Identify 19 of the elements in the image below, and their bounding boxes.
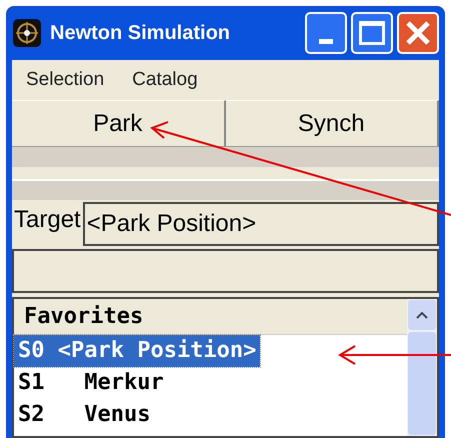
list-header: Favorites: [14, 299, 407, 335]
minimize-button[interactable]: [305, 12, 347, 54]
target-field[interactable]: <Park Position>: [82, 202, 439, 246]
list-item[interactable]: S1 Merkur: [14, 367, 168, 399]
target-label: Target: [13, 205, 82, 235]
maximize-icon: [359, 21, 385, 45]
close-button[interactable]: [397, 12, 439, 54]
list-item[interactable]: S0 <Park Position>: [14, 335, 260, 367]
close-icon: [405, 20, 431, 46]
scrollbar[interactable]: [407, 299, 437, 436]
maximize-button[interactable]: [351, 12, 393, 54]
menu-item[interactable]: Selection: [26, 66, 104, 94]
action-button[interactable]: Park: [12, 100, 226, 146]
menu-item[interactable]: Catalog: [132, 66, 198, 94]
list-item[interactable]: S2 Venus: [14, 399, 154, 431]
target-icon: [12, 18, 42, 48]
minimize-icon: [319, 39, 333, 44]
action-button[interactable]: Synch: [226, 100, 439, 146]
window-title: Newton Simulation: [50, 21, 230, 46]
